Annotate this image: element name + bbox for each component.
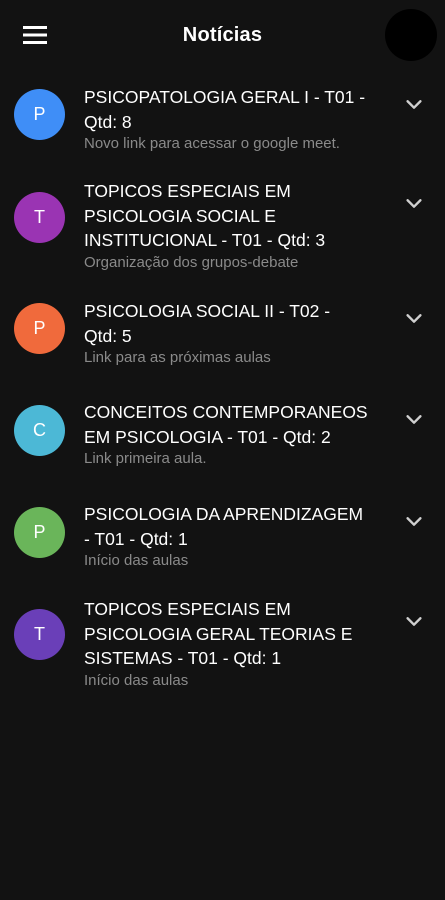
menu-button[interactable] bbox=[18, 20, 52, 50]
chevron-down-icon[interactable] bbox=[403, 192, 425, 214]
item-title-line: TOPICOS ESPECIAIS EM bbox=[84, 181, 291, 201]
app-screen: Notícias P PSICOPATOLOGIA GERAL I - T01 … bbox=[0, 0, 445, 900]
news-item[interactable]: T TOPICOS ESPECIAIS EM PSICOLOGIA GERAL … bbox=[0, 597, 445, 691]
news-item[interactable]: C CONCEITOS CONTEMPORANEOS EM PSICOLOGIA… bbox=[0, 400, 445, 470]
item-title-line: TOPICOS ESPECIAIS EM bbox=[84, 599, 291, 619]
item-text: PSICOLOGIA SOCIAL II - T02 - Qtd: 5 Link… bbox=[84, 299, 384, 368]
item-avatar: C bbox=[14, 405, 65, 456]
news-item[interactable]: P PSICOLOGIA SOCIAL II - T02 - Qtd: 5 Li… bbox=[0, 299, 445, 369]
item-title-line: EM PSICOLOGIA - T01 - Qtd: 2 bbox=[84, 426, 331, 447]
item-title-line: CONCEITOS CONTEMPORANEOS bbox=[84, 402, 368, 422]
profile-avatar-button[interactable] bbox=[385, 9, 437, 61]
item-text: TOPICOS ESPECIAIS EM PSICOLOGIA GERAL TE… bbox=[84, 597, 384, 691]
page-title: Notícias bbox=[182, 23, 263, 46]
item-text: CONCEITOS CONTEMPORANEOS EM PSICOLOGIA -… bbox=[84, 400, 384, 469]
item-avatar: P bbox=[14, 507, 65, 558]
item-subtitle: Início das aulas bbox=[84, 671, 189, 689]
item-title-line: INSTITUCIONAL - T01 - Qtd: 3 bbox=[84, 230, 326, 250]
item-title-line: PSICOLOGIA SOCIAL E bbox=[84, 205, 276, 226]
menu-icon bbox=[23, 26, 47, 44]
news-item[interactable]: P PSICOLOGIA DA APRENDIZAGEM - T01 - Qtd… bbox=[0, 502, 445, 572]
item-avatar: P bbox=[14, 89, 65, 140]
item-avatar-initial: P bbox=[33, 318, 46, 338]
chevron-down-icon[interactable] bbox=[403, 93, 425, 115]
item-subtitle: Link primeira aula. bbox=[84, 450, 207, 467]
news-item[interactable]: P PSICOPATOLOGIA GERAL I - T01 - Qtd: 8 … bbox=[0, 85, 445, 155]
chevron-down-icon[interactable] bbox=[403, 307, 425, 329]
item-text: PSICOLOGIA DA APRENDIZAGEM - T01 - Qtd: … bbox=[84, 502, 384, 571]
item-avatar-initial: C bbox=[33, 420, 46, 440]
item-avatar-initial: T bbox=[34, 207, 45, 227]
item-avatar-initial: T bbox=[34, 624, 45, 644]
item-title-line: - T01 - Qtd: 1 bbox=[84, 528, 188, 549]
app-header: Notícias bbox=[0, 0, 445, 70]
item-avatar: T bbox=[14, 609, 65, 660]
chevron-down-icon[interactable] bbox=[403, 408, 425, 430]
chevron-down-icon[interactable] bbox=[403, 510, 425, 532]
item-subtitle: Novo link para acessar o google meet. bbox=[84, 135, 340, 152]
item-title-line: SISTEMAS - T01 - Qtd: 1 bbox=[84, 648, 282, 668]
item-avatar: P bbox=[14, 303, 65, 354]
item-text: TOPICOS ESPECIAIS EM PSICOLOGIA SOCIAL E… bbox=[84, 179, 384, 273]
item-title-line: PSICOLOGIA GERAL TEORIAS E bbox=[84, 623, 353, 644]
item-title-line: Qtd: 8 bbox=[84, 111, 132, 132]
item-title-line: PSICOPATOLOGIA GERAL I - T01 - bbox=[84, 87, 366, 107]
item-avatar-initial: P bbox=[33, 104, 46, 124]
item-subtitle: Organização dos grupos-debate bbox=[84, 253, 299, 271]
news-item[interactable]: T TOPICOS ESPECIAIS EM PSICOLOGIA SOCIAL… bbox=[0, 179, 445, 273]
item-title-line: PSICOLOGIA DA APRENDIZAGEM bbox=[84, 504, 364, 524]
item-subtitle: Link para as próximas aulas bbox=[84, 349, 271, 366]
item-title-line: Qtd: 5 bbox=[84, 325, 132, 346]
item-avatar-initial: P bbox=[33, 522, 46, 542]
item-text: PSICOPATOLOGIA GERAL I - T01 - Qtd: 8 No… bbox=[84, 85, 384, 154]
item-subtitle: Início das aulas bbox=[84, 552, 189, 569]
item-avatar: T bbox=[14, 192, 65, 243]
chevron-down-icon[interactable] bbox=[403, 610, 425, 632]
item-title-line: PSICOLOGIA SOCIAL II - T02 - bbox=[84, 301, 331, 321]
